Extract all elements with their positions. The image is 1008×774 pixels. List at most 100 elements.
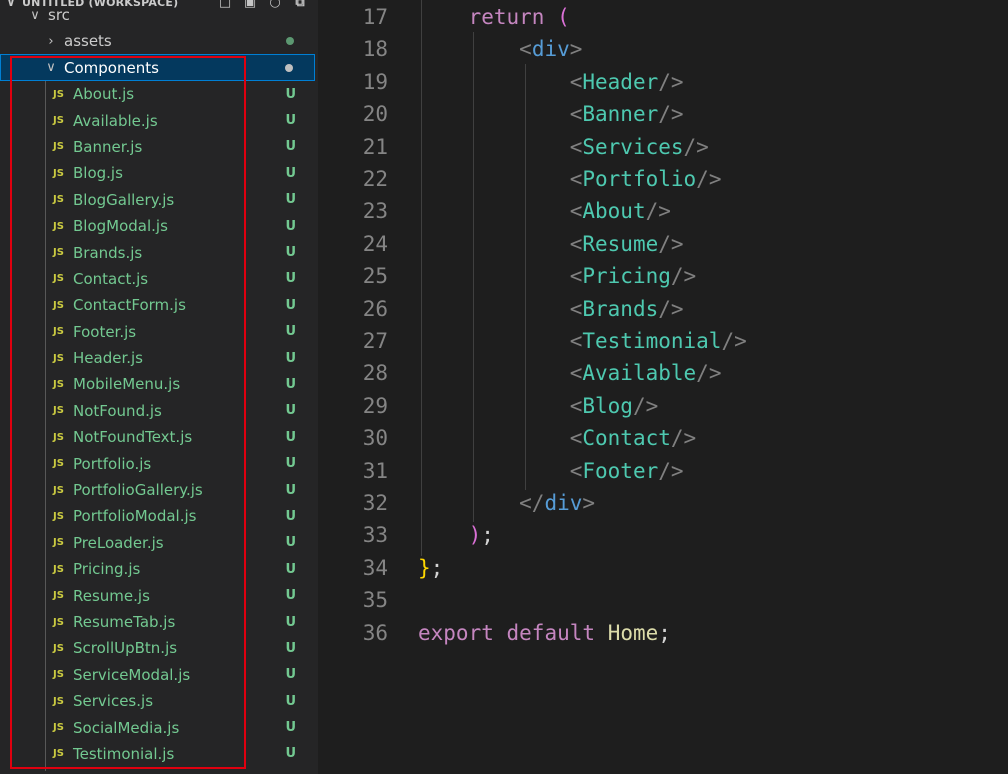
js-file-icon: JS [53, 748, 64, 760]
file-item[interactable]: JS NotFoundText.js U [0, 424, 318, 450]
code-line[interactable]: 28 <Available/> [318, 357, 1008, 389]
file-item[interactable]: JS Footer.js U [0, 319, 318, 345]
code-line[interactable]: 35 [318, 584, 1008, 616]
git-status-dot [286, 37, 294, 45]
js-file-icon: JS [53, 220, 64, 232]
js-file-icon: JS [53, 141, 64, 153]
file-item[interactable]: JS BlogModal.js U [0, 213, 318, 239]
file-name: Brands.js [73, 243, 143, 262]
code-line[interactable]: 27 <Testimonial/> [318, 325, 1008, 357]
js-file-icon: JS [53, 510, 64, 522]
code-brace: } [418, 555, 431, 580]
js-file-icon: JS [53, 642, 64, 654]
file-item[interactable]: JS PortfolioModal.js U [0, 503, 318, 529]
line-number: 33 [362, 523, 388, 548]
code-content: export default Home; [418, 621, 671, 645]
code-line[interactable]: 26 <Brands/> [318, 293, 1008, 325]
file-name: Header.js [73, 349, 143, 368]
file-item[interactable]: JS Contact.js U [0, 266, 318, 292]
code-punct: /> [658, 458, 684, 483]
file-name: Pricing.js [73, 560, 141, 579]
code-content: <Brands/> [418, 297, 684, 321]
code-punct: > [569, 37, 583, 62]
code-keyword: export [418, 620, 494, 645]
file-item[interactable]: JS PortfolioGallery.js U [0, 477, 318, 503]
file-item[interactable]: JS Portfolio.js U [0, 450, 318, 476]
untracked-badge: U [285, 640, 296, 656]
js-file-icon: JS [53, 115, 64, 127]
file-item[interactable]: JS Blog.js U [0, 160, 318, 186]
untracked-badge: U [285, 245, 296, 261]
code-line[interactable]: 21 <Services/> [318, 131, 1008, 163]
untracked-badge: U [285, 482, 296, 498]
untracked-badge: U [285, 271, 296, 287]
folder-src[interactable]: ∨ src [0, 2, 315, 28]
file-item[interactable]: JS Header.js U [0, 345, 318, 371]
code-punct: < [569, 296, 583, 321]
file-item[interactable]: JS MobileMenu.js U [0, 371, 318, 397]
code-punct: /> [632, 393, 659, 418]
file-item[interactable]: JS Available.js U [0, 107, 318, 133]
code-line[interactable]: 25 <Pricing/> [318, 260, 1008, 292]
code-line[interactable]: 18 <div> [318, 33, 1008, 65]
file-item[interactable]: JS PreLoader.js U [0, 530, 318, 556]
file-name: MobileMenu.js [73, 375, 181, 394]
code-content: <Contact/> [418, 426, 696, 450]
file-item[interactable]: JS ResumeTab.js U [0, 609, 318, 635]
code-punct: /> [670, 264, 697, 289]
file-item[interactable]: JS Testimonial.js U [0, 741, 318, 767]
code-line[interactable]: 17 return ( [318, 1, 1008, 33]
js-file-icon: JS [53, 88, 64, 100]
untracked-badge: U [285, 667, 296, 683]
code-line[interactable]: 32 </div> [318, 487, 1008, 519]
file-item[interactable]: JS NotFound.js U [0, 398, 318, 424]
file-item[interactable]: JS Banner.js U [0, 134, 318, 160]
code-editor[interactable]: 17 return (18 <div> 19 <Header/> 20 <Banne… [318, 0, 1008, 774]
code-line[interactable]: 33 ); [318, 519, 1008, 551]
code-line[interactable]: 19 <Header/> [318, 66, 1008, 98]
file-item[interactable]: JS Resume.js U [0, 582, 318, 608]
file-item[interactable]: JS Brands.js U [0, 239, 318, 265]
file-name: Services.js [73, 692, 154, 711]
code-content: ); [418, 523, 494, 547]
code-line[interactable]: 24 <Resume/> [318, 228, 1008, 260]
file-name: Testimonial.js [73, 744, 175, 763]
code-punct: < [569, 426, 583, 451]
file-item[interactable]: JS Services.js U [0, 688, 318, 714]
untracked-badge: U [285, 403, 296, 419]
file-item[interactable]: JS ScrollUpBtn.js U [0, 635, 318, 661]
code-line[interactable]: 20 <Banner/> [318, 98, 1008, 130]
folder-components[interactable]: ∨ Components [0, 54, 315, 81]
folder-assets[interactable]: › assets [0, 28, 315, 54]
file-item[interactable]: JS Pricing.js U [0, 556, 318, 582]
file-item[interactable]: JS ContactForm.js U [0, 292, 318, 318]
js-file-icon: JS [53, 167, 64, 179]
code-content: <div> [418, 37, 582, 61]
code-component: Portfolio [582, 167, 697, 191]
code-line[interactable]: 31 <Footer/> [318, 455, 1008, 487]
untracked-badge: U [285, 746, 296, 762]
code-line[interactable]: 34}; [318, 552, 1008, 584]
file-name: PortfolioGallery.js [73, 481, 203, 500]
code-line[interactable]: 23 <About/> [318, 195, 1008, 227]
file-item[interactable]: JS BlogGallery.js U [0, 187, 318, 213]
code-tag: div [531, 37, 570, 62]
file-item[interactable]: JS SocialMedia.js U [0, 714, 318, 740]
code-line[interactable]: 29 <Blog/> [318, 390, 1008, 422]
file-item[interactable]: JS About.js U [0, 81, 318, 107]
js-file-icon: JS [53, 431, 64, 443]
code-line[interactable]: 30 <Contact/> [318, 422, 1008, 454]
code-line[interactable]: 36 export default Home; [318, 617, 1008, 649]
line-number: 26 [362, 296, 388, 321]
line-number: 22 [362, 167, 388, 191]
code-content: <Pricing/> [418, 264, 696, 288]
code-line[interactable]: 22 <Portfolio/> [318, 163, 1008, 195]
file-item[interactable]: JS ServiceModal.js U [0, 662, 318, 688]
code-content: </div> [418, 491, 595, 515]
file-name: Blog.js [73, 164, 123, 183]
line-number: 29 [362, 393, 388, 418]
file-name: Contact.js [73, 269, 149, 288]
code-content: <Footer/> [418, 459, 684, 483]
code-content: <Services/> [418, 135, 709, 159]
js-file-icon: JS [53, 352, 64, 364]
